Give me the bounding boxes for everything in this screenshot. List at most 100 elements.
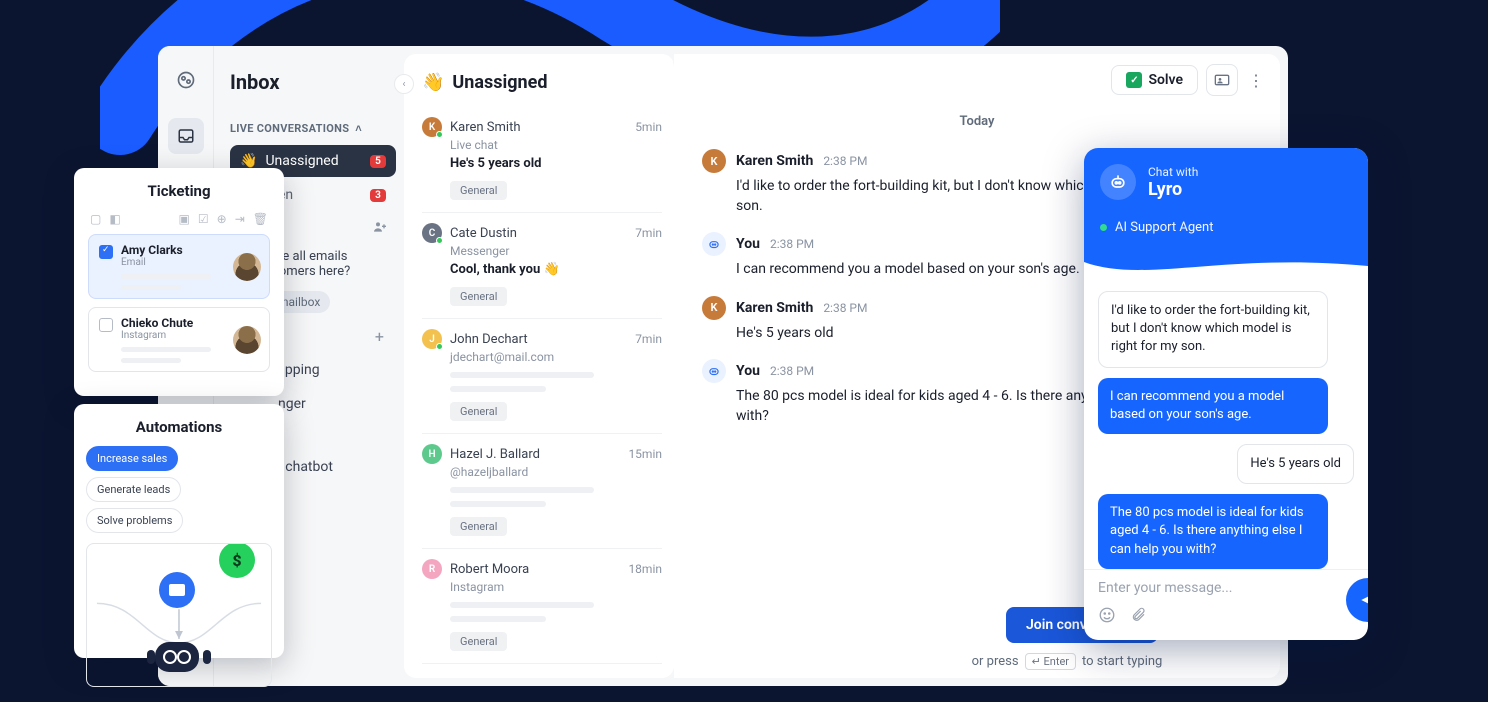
ticket-checkbox[interactable]	[99, 318, 113, 332]
ticket-avatar	[233, 253, 261, 281]
assign-icon[interactable]: ⊕	[217, 212, 227, 226]
footer-hint: or press ↵ Enter to start typing	[882, 653, 1252, 670]
avatar: R	[422, 559, 442, 579]
msg-time: 2:38 PM	[770, 364, 814, 378]
ticket-item[interactable]: Chieko Chute Instagram	[88, 307, 270, 372]
lyro-message-input[interactable]: Enter your message...	[1098, 580, 1354, 596]
lyro-input-area: Enter your message...	[1084, 569, 1368, 640]
msg-sender: Karen Smith	[736, 153, 813, 169]
conversation-item[interactable]: H Hazel J. Ballard 15min @hazeljballard …	[422, 434, 662, 549]
ticket-name: Amy Clarks	[121, 243, 211, 257]
conversation-list: ‹ 👋Unassigned K Karen Smith 5min Live ch…	[404, 54, 674, 678]
nav-home-icon[interactable]	[168, 62, 204, 98]
conv-name: John Dechart	[450, 332, 528, 347]
section-live-conversations[interactable]: LIVE CONVERSATIONS ˄ +	[230, 122, 396, 135]
date-separator: Today	[702, 114, 1252, 129]
ticket-item[interactable]: Amy Clarks Email	[88, 234, 270, 299]
conv-name: Hazel J. Ballard	[450, 447, 540, 462]
solve-button[interactable]: ✓ Solve	[1111, 65, 1198, 95]
image-icon[interactable]: ▣	[179, 212, 190, 226]
ticket-name: Chieko Chute	[121, 316, 211, 330]
lyro-chat-widget: Chat with Lyro AI Support Agent I'd like…	[1084, 148, 1368, 640]
automations-card: Automations Increase sales Generate leads…	[74, 404, 284, 658]
conv-channel: Messenger	[450, 244, 662, 258]
message-node-icon	[159, 572, 195, 608]
user-bubble: I'd like to order the fort-building kit,…	[1098, 291, 1328, 368]
ticket-channel: Instagram	[121, 330, 211, 341]
conv-name: Cate Dustin	[450, 226, 517, 241]
more-menu-icon[interactable]: ⋮	[1246, 71, 1266, 90]
bot-bubble: The 80 pcs model is ideal for kids aged …	[1098, 494, 1328, 569]
conv-time: 7min	[635, 332, 662, 346]
ticketing-toolbar: ▢ ◧ ▣ ☑ ⊕ ⇥ 🗑	[88, 212, 270, 234]
archive-icon[interactable]: ▢	[90, 212, 101, 226]
sidebar-item-label: I chatbot	[278, 459, 333, 475]
attachment-icon[interactable]	[1130, 606, 1146, 628]
conv-channel: @hazeljballard	[450, 465, 662, 479]
msg-time: 2:38 PM	[770, 237, 814, 251]
conv-time: 18min	[628, 562, 662, 576]
automation-chips: Increase sales Generate leads Solve proble…	[86, 446, 272, 533]
conv-tag: General	[450, 181, 507, 200]
conv-name: Karen Smith	[450, 120, 521, 135]
automation-chip[interactable]: Generate leads	[86, 477, 181, 502]
delete-icon[interactable]: 🗑	[253, 212, 268, 226]
contact-card-icon[interactable]	[1206, 64, 1238, 96]
conversation-item[interactable]: R Robert Moora 18min Instagram General	[422, 549, 662, 664]
unread-badge: 5	[370, 155, 386, 168]
add-people-icon[interactable]	[372, 219, 388, 239]
ticket-avatar	[233, 326, 261, 354]
conv-name: Robert Moora	[450, 562, 529, 577]
avatar: K	[422, 117, 442, 137]
collapse-list-button[interactable]: ‹	[394, 74, 414, 94]
ticket-checkbox[interactable]	[99, 245, 113, 259]
bot-bubble: I can recommend you a model based on you…	[1098, 378, 1328, 434]
dollar-node-icon: $	[219, 543, 255, 578]
msg-sender: Karen Smith	[736, 300, 813, 316]
msg-time: 2:38 PM	[823, 154, 867, 168]
avatar: J	[422, 329, 442, 349]
msg-sender: You	[736, 236, 760, 252]
avatar: H	[422, 444, 442, 464]
automation-chip[interactable]: Increase sales	[86, 446, 178, 471]
unread-badge: 3	[370, 189, 386, 202]
lyro-name: Lyro	[1148, 179, 1198, 200]
conversation-item[interactable]: K Karen Smith 5min Live chat He's 5 year…	[422, 107, 662, 213]
automation-diagram: $	[86, 543, 272, 687]
bot-node-icon	[155, 642, 199, 672]
bot-icon	[702, 359, 726, 383]
conv-tag: General	[450, 287, 507, 306]
msg-time: 2:38 PM	[823, 301, 867, 315]
ticket-channel: Email	[121, 257, 211, 268]
conv-time: 5min	[635, 120, 662, 134]
conv-channel: Live chat	[450, 138, 662, 152]
conv-time: 15min	[628, 447, 662, 461]
conversation-item[interactable]: J John Dechart 7min jdechart@mail.com Ge…	[422, 319, 662, 434]
check-icon[interactable]: ☑	[198, 212, 209, 226]
conv-time: 7min	[635, 226, 662, 240]
automation-chip[interactable]: Solve problems	[86, 508, 183, 533]
sidebar-item-label: Unassigned	[265, 153, 338, 169]
enter-key-hint: ↵ Enter	[1025, 653, 1076, 670]
avatar: C	[422, 223, 442, 243]
conv-preview: He's 5 years old	[450, 156, 662, 171]
header-wave	[1084, 252, 1368, 284]
label-icon[interactable]: ◧	[109, 212, 120, 226]
automations-title: Automations	[86, 418, 272, 436]
avatar: K	[702, 149, 726, 173]
export-icon[interactable]: ⇥	[235, 212, 245, 226]
nav-inbox-icon[interactable]	[168, 118, 204, 154]
lyro-body: I'd like to order the fort-building kit,…	[1084, 283, 1368, 569]
bot-icon	[702, 232, 726, 256]
ticketing-title: Ticketing	[88, 182, 270, 200]
lyro-subtitle: AI Support Agent	[1100, 220, 1352, 235]
conv-list-title: 👋Unassigned	[422, 72, 662, 93]
conv-tag: General	[450, 517, 507, 536]
conv-tag: General	[450, 402, 507, 421]
online-dot-icon	[1100, 224, 1107, 231]
conv-channel: Instagram	[450, 580, 662, 594]
conv-preview: Cool, thank you 👋	[450, 262, 662, 277]
ticketing-card: Ticketing ▢ ◧ ▣ ☑ ⊕ ⇥ 🗑 Amy Clarks Email…	[74, 168, 284, 396]
conversation-item[interactable]: C Cate Dustin 7min Messenger Cool, thank…	[422, 213, 662, 319]
emoji-icon[interactable]	[1098, 606, 1116, 628]
